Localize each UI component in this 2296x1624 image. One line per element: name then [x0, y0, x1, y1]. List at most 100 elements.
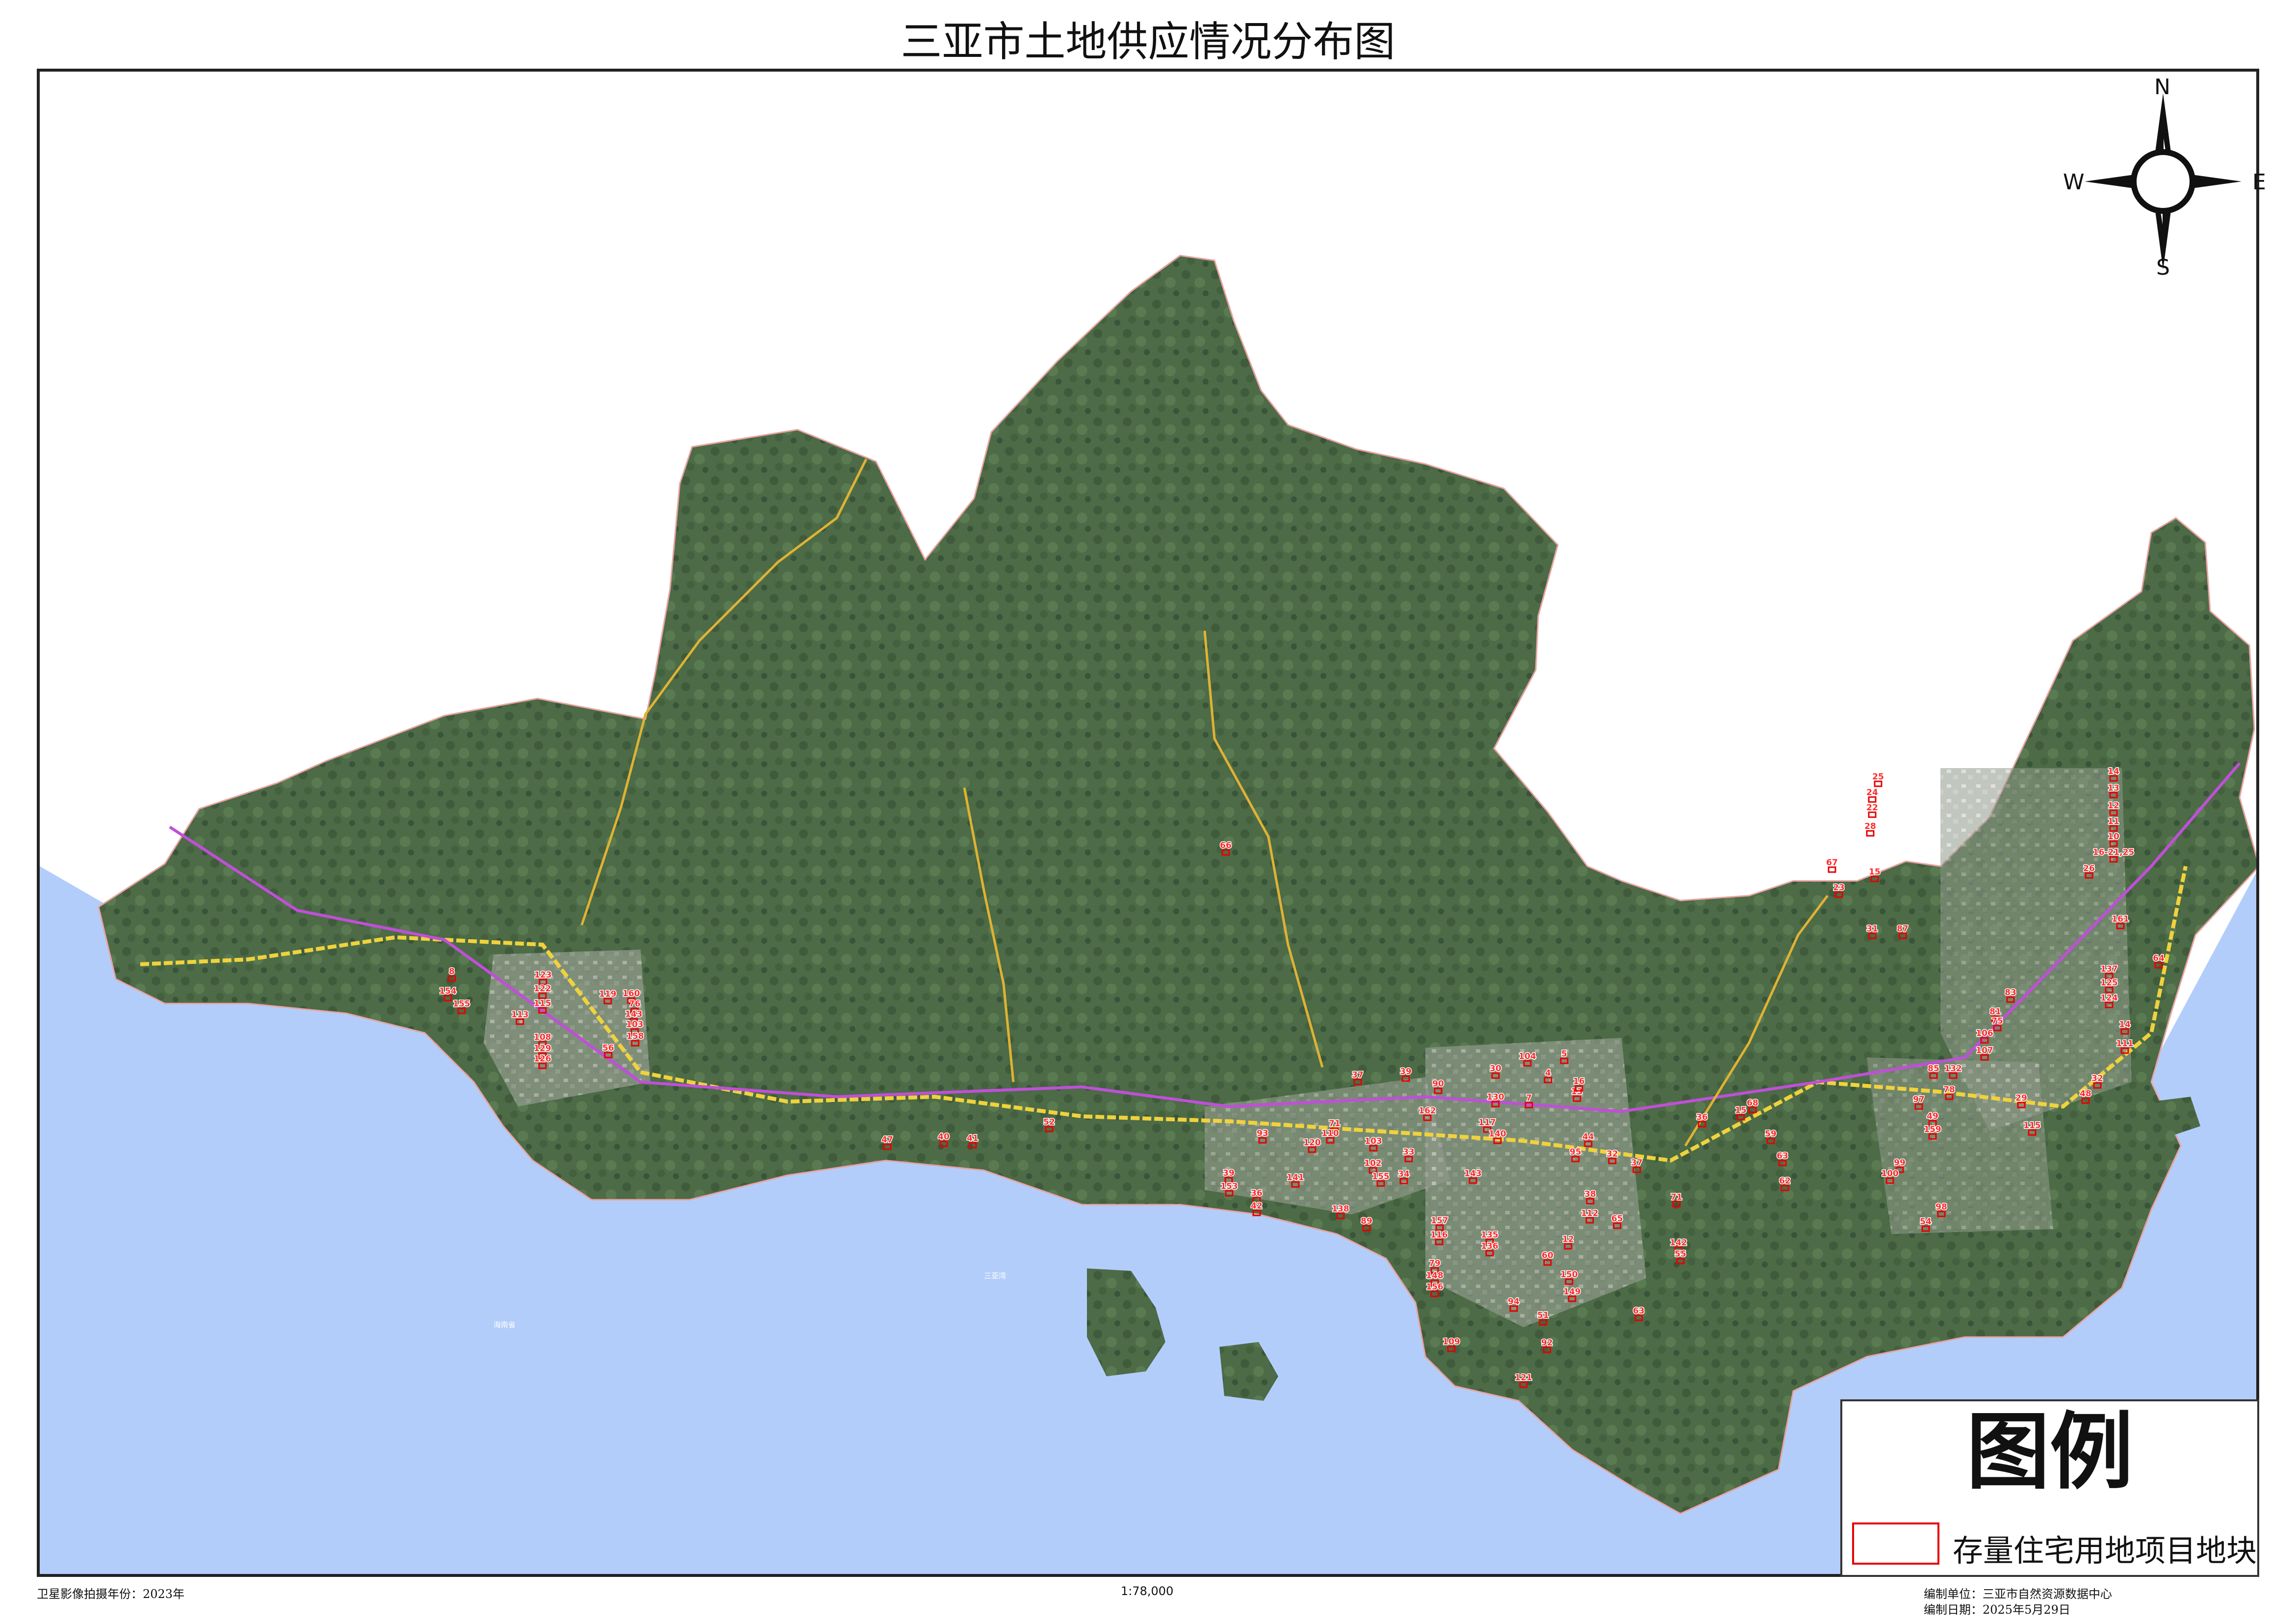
parcel-label: 59 — [1765, 1129, 1777, 1139]
parcel-label: 98 — [1935, 1202, 1947, 1212]
parcel-label: 142 — [1670, 1238, 1687, 1248]
parcel-label: 143 — [625, 1009, 643, 1019]
parcel-label: 113 — [511, 1010, 529, 1020]
parcel-label: 95 — [1570, 1147, 1581, 1157]
parcel-label: 41 — [967, 1134, 979, 1143]
ocean-place-label: 三亚湾 — [984, 1271, 1006, 1280]
parcel-label: 99 — [1894, 1158, 1906, 1168]
parcel-label: 75 — [1991, 1016, 2003, 1026]
parcel-outline[interactable] — [1868, 796, 1877, 803]
parcel-label: 63 — [1633, 1306, 1645, 1316]
parcel-label: 85 — [1928, 1064, 1939, 1074]
parcel-label: 39 — [1223, 1168, 1235, 1178]
parcel-label: 115 — [2023, 1121, 2041, 1131]
parcel-label: 148 — [1426, 1271, 1444, 1281]
urban-yalong — [1867, 1057, 2053, 1234]
parcel-label: 24 — [1866, 788, 1878, 798]
parcel-marker[interactable]: 25 — [1872, 772, 1884, 787]
parcel-label: 154 — [439, 986, 457, 996]
parcel-label: 15 — [1869, 867, 1881, 877]
parcel-label: 76 — [629, 999, 641, 1009]
parcel-label: 97 — [1913, 1095, 1925, 1105]
parcel-outline[interactable] — [1874, 780, 1883, 787]
parcel-label: 93 — [1257, 1129, 1268, 1138]
parcel-label: 141 — [1287, 1173, 1304, 1183]
legend-title: 图例 — [1966, 1403, 2133, 1501]
parcel-label: 32 — [1606, 1149, 1618, 1159]
parcel-label: 158 — [626, 1031, 644, 1041]
parcel-label: 49 — [1927, 1111, 1938, 1121]
ocean-place-label: 海南省 — [493, 1320, 516, 1329]
parcel-label: 149 — [1563, 1287, 1581, 1297]
parcel-label: 71 — [1329, 1119, 1341, 1129]
parcel-label: 121 — [1515, 1373, 1532, 1383]
parcel-label: 107 — [1976, 1046, 1993, 1056]
parcel-label: 39 — [1400, 1067, 1412, 1077]
legend-swatch-parcel — [1852, 1522, 1939, 1565]
parcel-label: 36 — [1696, 1112, 1708, 1122]
parcel-label: 94 — [1508, 1297, 1520, 1307]
parcel-label: 11 — [2108, 817, 2119, 826]
parcel-label: 161 — [2112, 914, 2129, 924]
parcel-label: 162 — [1419, 1106, 1436, 1116]
map-title: 三亚市土地供应情况分布图 — [901, 18, 1395, 66]
parcel-label: 115 — [534, 999, 551, 1008]
parcel-label: 122 — [534, 984, 551, 994]
map-canvas[interactable]: 251424 1322 1228 11106716-21,2515 262316131 8… — [40, 72, 2259, 1577]
parcel-marker[interactable]: 24 — [1866, 787, 1879, 803]
compass-south-letter: S — [2156, 255, 2170, 280]
parcel-label: 37 — [1352, 1070, 1364, 1080]
parcel-label: 156 — [1426, 1282, 1444, 1292]
parcel-marker[interactable]: 28 — [1864, 821, 1877, 837]
map-scale: 1:78,000 — [1121, 1584, 1174, 1598]
parcel-label: 130 — [1487, 1092, 1504, 1102]
parcel-outline[interactable] — [1828, 866, 1836, 873]
parcel-label: 14 — [2108, 767, 2119, 776]
parcel-label: 34 — [1398, 1169, 1410, 1179]
compass-north-letter: N — [2154, 75, 2170, 100]
parcel-label: 136 — [1481, 1241, 1498, 1251]
map-frame[interactable]: 25 14 24 13 22 12 28 11 10 67 16-21,25 15 26 23 161 31 8… — [37, 69, 2259, 1577]
parcel-label: 44 — [1582, 1132, 1594, 1142]
parcel-marker[interactable]: 22 — [1866, 802, 1879, 818]
legend-box: 图例 存量住宅用地项目地块 — [1840, 1399, 2259, 1577]
parcel-label: 56 — [602, 1043, 614, 1053]
parcel-label: 12 — [2108, 801, 2119, 811]
parcel-label: 7 — [1526, 1093, 1532, 1103]
parcel-label: 65 — [1611, 1214, 1623, 1224]
parcel-label: 120 — [1303, 1138, 1321, 1148]
parcel-label: 110 — [1321, 1129, 1339, 1138]
parcel-label: 62 — [1779, 1176, 1791, 1186]
parcel-label: 160 — [622, 989, 640, 999]
parcel-label: 16 — [1573, 1077, 1585, 1086]
north-arrow-compass: N S E W — [2050, 69, 2276, 294]
parcel-label: 26 — [2083, 864, 2095, 874]
parcel-label: 124 — [2100, 993, 2118, 1003]
parcel-label: 103 — [1365, 1136, 1382, 1146]
parcel-label: 157 — [1431, 1216, 1448, 1226]
parcel-label: 111 — [2116, 1039, 2134, 1049]
parcel-label: 143 — [1464, 1169, 1482, 1179]
parcel-label: 54 — [1920, 1217, 1932, 1227]
parcel-label: 68 — [1747, 1098, 1758, 1108]
parcel-label: 22 — [1866, 803, 1878, 813]
organization-note: 编制单位：三亚市自然资源数据中心 — [1924, 1587, 2112, 1601]
parcel-label: 10 — [2108, 832, 2119, 842]
parcel-label: 153 — [1220, 1182, 1238, 1191]
parcel-label: 71 — [1671, 1192, 1682, 1202]
compile-date-note: 编制日期：2025年5月29日 — [1924, 1603, 2070, 1617]
parcel-label: 51 — [1537, 1311, 1549, 1320]
parcel-label: 138 — [1332, 1204, 1349, 1214]
parcel-label: 28 — [1864, 822, 1876, 831]
parcel-label: 92 — [1541, 1338, 1553, 1348]
parcel-label: 67 — [1826, 858, 1838, 868]
parcel-outline[interactable] — [1866, 830, 1875, 837]
parcel-label: 79 — [1429, 1259, 1441, 1268]
parcel-outline[interactable] — [1868, 811, 1877, 818]
parcel-label: 66 — [1220, 841, 1232, 851]
parcel-marker[interactable]: 67 — [1826, 857, 1838, 873]
parcel-label: 25 — [1872, 772, 1884, 782]
parcel-label: 14 — [2119, 1020, 2131, 1030]
parcel-label: 42 — [1251, 1201, 1263, 1211]
parcel-label: 108 — [534, 1032, 551, 1042]
